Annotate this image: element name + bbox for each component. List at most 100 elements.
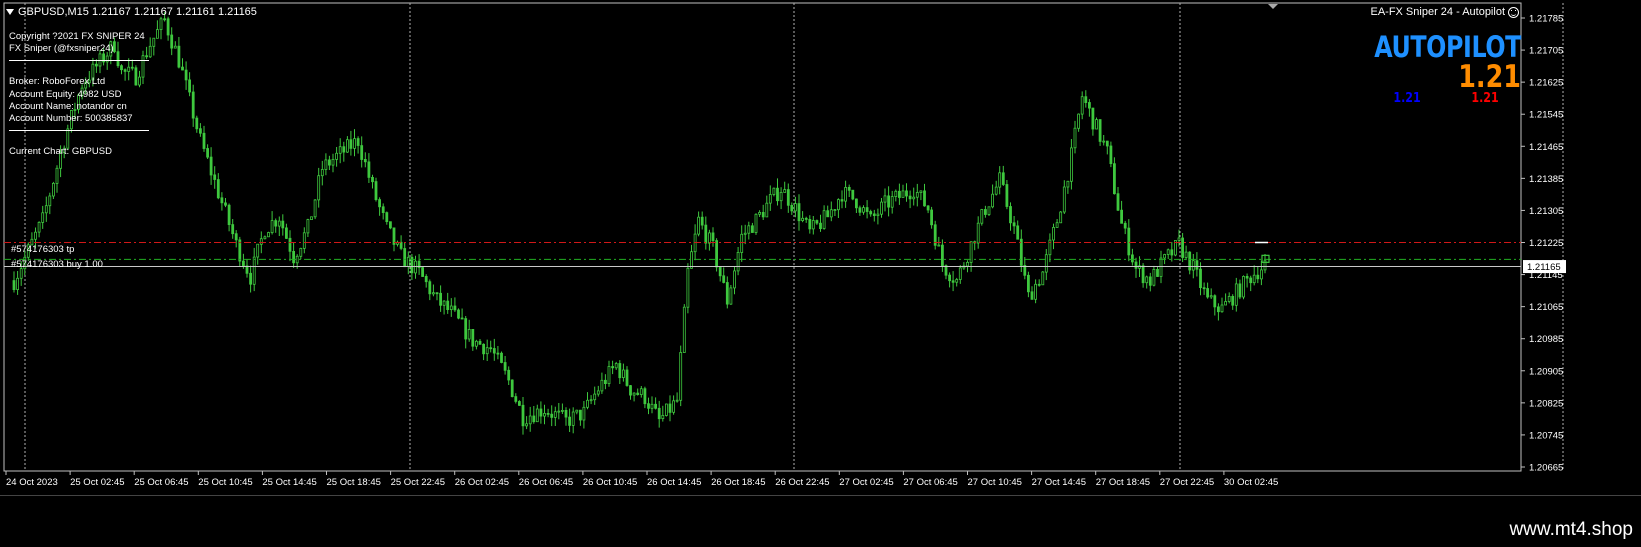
candle xyxy=(1077,113,1080,132)
candle-body xyxy=(55,167,59,184)
candle-body xyxy=(1012,222,1016,227)
candle xyxy=(675,392,679,403)
candle-body xyxy=(288,237,292,252)
candle-body xyxy=(213,174,217,180)
candle xyxy=(184,61,188,90)
dropdown-triangle-icon[interactable] xyxy=(6,9,14,15)
candle-body xyxy=(281,220,285,229)
candle xyxy=(919,190,923,201)
candle xyxy=(855,198,858,213)
candle-body xyxy=(1245,275,1249,279)
candle-body xyxy=(1252,274,1256,284)
candle xyxy=(363,152,367,168)
candle-body xyxy=(302,232,306,249)
watermark-text: www.mt4.shop xyxy=(1509,519,1633,540)
candle xyxy=(302,227,306,254)
candle xyxy=(263,235,267,240)
candle-body xyxy=(725,282,729,305)
candle-body xyxy=(600,379,604,392)
candle xyxy=(385,211,389,225)
candle xyxy=(865,200,869,219)
candle-body xyxy=(650,403,654,409)
smiley-face-icon[interactable] xyxy=(1508,6,1519,18)
time-tick-label: 26 Oct 06:45 xyxy=(519,477,573,488)
candle xyxy=(564,407,568,426)
candle xyxy=(292,242,296,268)
order-tp-label[interactable]: #574176303 tp xyxy=(11,244,74,255)
candle xyxy=(1202,282,1206,295)
time-tick-label: 27 Oct 18:45 xyxy=(1096,477,1150,488)
candle-body xyxy=(553,411,557,418)
candle-body xyxy=(453,305,457,311)
candle-body xyxy=(776,187,779,202)
candle-body xyxy=(733,270,736,289)
candle-body xyxy=(52,182,55,197)
candle xyxy=(417,254,421,275)
candle xyxy=(1012,216,1016,234)
candle-body xyxy=(528,415,532,425)
candle xyxy=(1224,293,1227,306)
candle-body xyxy=(790,204,794,212)
candle xyxy=(52,181,55,199)
candle-body xyxy=(152,37,156,47)
candle-body xyxy=(668,403,672,413)
candle xyxy=(962,262,966,270)
candle xyxy=(1123,220,1127,235)
candle-body xyxy=(1202,287,1206,290)
candle xyxy=(421,266,425,277)
candle xyxy=(170,27,174,56)
candle-body xyxy=(19,268,23,279)
candle-body xyxy=(159,18,163,30)
candle xyxy=(1131,248,1134,266)
candle xyxy=(912,187,916,206)
candle xyxy=(446,292,450,314)
candle xyxy=(525,416,528,430)
candle xyxy=(378,197,382,216)
candle xyxy=(998,166,1002,195)
candle xyxy=(299,247,303,260)
time-axis[interactable]: 24 Oct 2023 25 Oct 02:45 25 Oct 06:45 25 Oc… xyxy=(5,471,1278,488)
candle xyxy=(1070,139,1073,190)
candle-body xyxy=(847,186,851,191)
candle-body xyxy=(596,390,600,395)
candle xyxy=(937,236,941,247)
candle-body xyxy=(535,408,539,423)
candle-body xyxy=(428,281,432,295)
price-axis[interactable]: 1.21785 1.21705 1.21625 1.21545 1.21465 1.213… xyxy=(1521,14,1566,474)
price-tick-label: 1.21625 xyxy=(1529,78,1563,89)
candle-body xyxy=(363,158,367,163)
candle-body xyxy=(234,233,238,241)
price-tick-label: 1.20745 xyxy=(1529,430,1563,441)
candle xyxy=(431,284,435,297)
candle xyxy=(1252,265,1256,286)
candle xyxy=(1019,229,1023,272)
candle-body xyxy=(729,287,733,305)
candle xyxy=(908,190,912,209)
candle xyxy=(532,406,536,424)
candle-body xyxy=(206,148,210,158)
candle-body xyxy=(1066,180,1070,188)
candle xyxy=(1249,275,1253,292)
candle xyxy=(356,136,360,154)
candle-body xyxy=(743,232,747,235)
candle-body xyxy=(1098,119,1102,142)
candle xyxy=(1044,249,1048,281)
candle xyxy=(224,198,227,208)
candle xyxy=(790,202,794,215)
candle xyxy=(181,58,184,71)
candle-body xyxy=(399,241,403,249)
candle-body xyxy=(589,399,593,402)
symbol-header[interactable]: GBPUSD,M15 1.21167 1.21167 1.21161 1.211… xyxy=(6,6,257,18)
candle xyxy=(668,395,672,422)
candle-body xyxy=(1016,225,1020,240)
candle-body xyxy=(639,388,643,396)
candle xyxy=(862,205,865,215)
candle xyxy=(740,225,744,262)
candle xyxy=(388,221,392,230)
candle-body xyxy=(421,267,425,277)
autopilot-value: 1.21 xyxy=(1458,59,1521,95)
candle xyxy=(489,340,493,353)
candle-body xyxy=(191,91,195,119)
candle xyxy=(1027,271,1030,298)
order-buy-label[interactable]: #574176303 buy 1.00 xyxy=(11,259,103,270)
